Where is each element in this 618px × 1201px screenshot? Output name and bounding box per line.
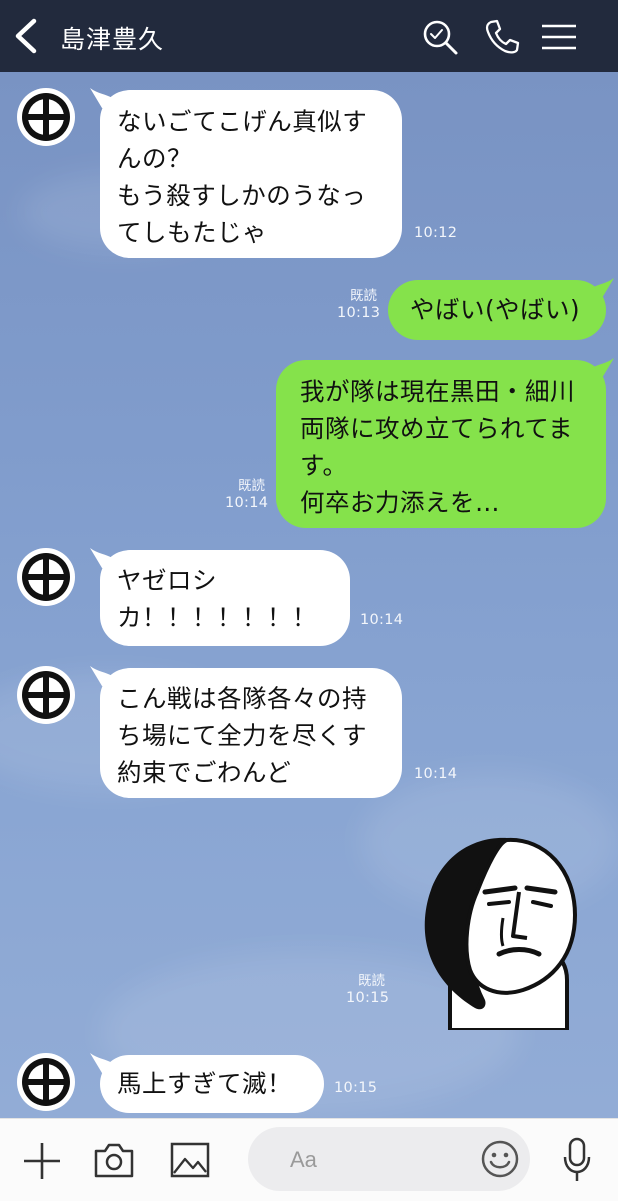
message-text: 何卒お力添えを… bbox=[300, 488, 500, 517]
message-time: 10:13 bbox=[337, 305, 381, 321]
message-text: やばい(やばい) bbox=[410, 295, 581, 324]
message-time: 10:14 bbox=[225, 495, 269, 511]
bubble-tail bbox=[592, 278, 614, 298]
message-text: ち場にて全力を尽くす bbox=[117, 721, 367, 750]
message-text: もう殺すしかのうなっ bbox=[117, 181, 367, 210]
message-input[interactable] bbox=[288, 1139, 482, 1181]
message-bubble[interactable]: 馬上すぎて滅！ bbox=[100, 1055, 324, 1113]
message-text: ヤゼロシ bbox=[117, 566, 217, 595]
message-time: 10:15 bbox=[346, 990, 390, 1006]
emoji-icon[interactable] bbox=[480, 1139, 520, 1179]
message-text: こん戦は各隊各々の持 bbox=[117, 684, 367, 713]
plus-icon[interactable] bbox=[22, 1141, 62, 1181]
message-time: 10:15 bbox=[334, 1080, 378, 1096]
read-receipt: 既読 bbox=[358, 973, 385, 989]
search-icon[interactable] bbox=[420, 17, 460, 57]
phone-icon[interactable] bbox=[482, 17, 522, 57]
menu-icon[interactable] bbox=[540, 17, 578, 57]
microphone-icon[interactable] bbox=[562, 1137, 592, 1183]
shimazu-crest-icon[interactable] bbox=[17, 548, 75, 606]
bubble-tail bbox=[592, 358, 614, 378]
message-bubble[interactable]: こん戦は各隊各々の持 ち場にて全力を尽くす 約束でごわんど bbox=[100, 668, 402, 798]
message-text: す。 bbox=[300, 451, 348, 480]
message-bubble[interactable]: 我が隊は現在黒田・細川 両隊に攻め立てられてま す。 何卒お力添えを… bbox=[276, 360, 606, 528]
chat-title: 島津豊久 bbox=[60, 25, 165, 54]
message-text: 馬上すぎて滅！ bbox=[117, 1069, 292, 1098]
shimazu-crest-icon[interactable] bbox=[17, 88, 75, 146]
message-text: 両隊に攻め立てられてま bbox=[300, 414, 574, 443]
message-text: 約束でごわんど bbox=[117, 758, 292, 787]
chat-header: 島津豊久 bbox=[0, 0, 618, 72]
message-bubble[interactable]: ないごてこげん真似す んの？ もう殺すしかのうなっ てしもたじゃ bbox=[100, 90, 402, 258]
message-time: 10:14 bbox=[414, 766, 458, 782]
message-bubble[interactable]: ヤゼロシ カ！！！！！！！ bbox=[100, 550, 350, 646]
message-text: んの？ bbox=[117, 144, 192, 173]
input-bar bbox=[0, 1118, 618, 1201]
read-receipt: 既読 bbox=[350, 288, 377, 304]
image-icon[interactable] bbox=[170, 1141, 210, 1179]
stern-face-sticker[interactable] bbox=[415, 830, 590, 1030]
message-text: てしもたじゃ bbox=[117, 218, 267, 247]
message-bubble[interactable]: やばい(やばい) bbox=[388, 280, 606, 340]
shimazu-crest-icon[interactable] bbox=[17, 666, 75, 724]
message-input-box[interactable] bbox=[248, 1127, 530, 1191]
message-text: 我が隊は現在黒田・細川 bbox=[300, 377, 575, 406]
read-receipt: 既読 bbox=[238, 478, 265, 494]
back-arrow-icon[interactable] bbox=[12, 18, 42, 54]
message-text: カ！！！！！！！ bbox=[117, 603, 317, 632]
message-time: 10:14 bbox=[360, 612, 404, 628]
message-text: ないごてこげん真似す bbox=[117, 107, 368, 136]
camera-icon[interactable] bbox=[93, 1141, 135, 1179]
shimazu-crest-icon[interactable] bbox=[17, 1053, 75, 1111]
message-time: 10:12 bbox=[414, 225, 458, 241]
